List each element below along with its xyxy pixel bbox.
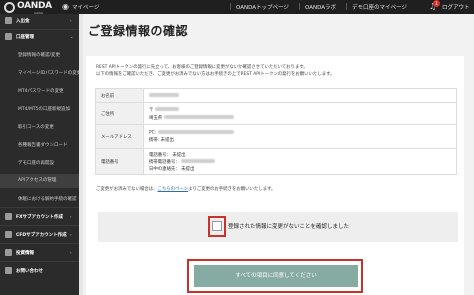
sidebar-item-deposit[interactable]: 入出金 › <box>0 17 79 24</box>
sidebar-item-account[interactable]: 口座管理 ⌄ <box>0 33 79 40</box>
sidebar-item-cfd-subaccount[interactable]: CFDサブアカウント作成 › <box>0 231 79 238</box>
intro-text: 以下の情報をご確認いただき、ご変更がお済みでない方はお手続きの上でREST AP… <box>96 72 335 77</box>
notification-badge: 1 <box>433 0 440 7</box>
table-row: メールアドレス PC: 携帯: 未提出 <box>95 124 457 149</box>
email-mobile-label: 携帯: <box>149 138 160 144</box>
sidebar-item-label: デモ口座の再開設 <box>18 161 54 166</box>
table-row: お名前 <box>95 88 457 103</box>
chart-icon <box>5 249 12 256</box>
oanda-logo[interactable]: OANDA JAPAN <box>4 1 52 15</box>
daytime-line-value: 未提出 <box>181 166 195 172</box>
sidebar-item-demo-reopen[interactable]: デモ口座の再開設 <box>0 160 79 166</box>
sidebar-item-label: APIアクセスの管理 <box>18 178 57 183</box>
sidebar-item-course-change[interactable]: 取引コースの変更 <box>0 124 79 130</box>
daytime-line-label: 日中の連絡先： <box>149 166 180 172</box>
phone-line-value: 未提出 <box>172 152 186 158</box>
oanda-lab-link[interactable]: OANDAラボ <box>305 3 336 11</box>
sidebar-item-mypage-password[interactable]: マイページIDパスワードの変更 <box>0 70 82 76</box>
email-mobile-value: 未提出 <box>160 138 174 144</box>
registration-info-table: お名前 ご住所 〒 埼玉県 メールアドレス PC: 携帯: 未提出 電話番号 電… <box>95 88 457 175</box>
sidebar-item-api-access[interactable]: APIアクセスの管理 <box>0 174 79 188</box>
fx-icon <box>5 213 12 220</box>
table-row: 電話番号 電話番号： 未提出 携帯電話番号： 日中の連絡先： 未提出 <box>95 148 457 175</box>
mobile-line-label: 携帯電話番号： <box>149 159 180 165</box>
chevron-down-icon: ⌄ <box>70 34 74 39</box>
sidebar-item-label: MT4/MT5の口座新規追加 <box>18 107 71 112</box>
email-value: PC: 携帯: 未提出 <box>143 124 457 149</box>
phone-label: 電話番号 <box>95 148 144 175</box>
postal-prefix: 〒 <box>149 107 154 113</box>
cfd-icon <box>5 231 12 238</box>
chevron-icon: › <box>70 250 72 255</box>
sidebar-item-label: 取引コースの変更 <box>18 125 54 130</box>
sidebar-item-dormant[interactable]: 休眠における解約手続の確認 <box>0 196 79 202</box>
sidebar-edge <box>79 14 83 295</box>
logo-icon <box>4 2 15 13</box>
change-page-link[interactable]: こちらのページ <box>157 187 188 192</box>
sidebar-item-mt4-password[interactable]: MT4パスワードの変更 <box>0 88 79 94</box>
address-value: 〒 埼玉県 <box>143 102 457 125</box>
sidebar-item-profile[interactable]: 登録情報の確認/変更 <box>0 52 79 58</box>
email-pc-label: PC: <box>149 130 157 136</box>
sidebar-item-fx-subaccount[interactable]: FXサブアカウント作成 › <box>0 213 79 220</box>
change-note: ご変更がお済みでない場合は、こちらのページよりご変更のお手続きをお願いいたします… <box>96 186 275 192</box>
page-title: ご登録情報の確認 <box>88 24 189 38</box>
mypage-link[interactable]: マイページ <box>72 3 99 11</box>
intro-text: REST APIトークンの発行に先立って、お客様のご登録情報に変更がないか確認さ… <box>96 65 308 70</box>
divider <box>230 3 231 10</box>
demo-mypage-link[interactable]: デモ口座のマイページ <box>352 3 407 11</box>
sidebar-item-label: 休眠における解約手続の確認 <box>18 197 77 202</box>
email-label: メールアドレス <box>95 124 144 149</box>
sidebar-item-contact[interactable]: お問い合わせ <box>0 267 79 274</box>
phone-line-label: 電話番号： <box>149 152 171 158</box>
name-label: お名前 <box>95 88 144 103</box>
sidebar-item-label: MT4パスワードの変更 <box>18 89 64 94</box>
sidebar-item-reports[interactable]: 各種報告書ダウンロード <box>0 142 79 148</box>
confirm-checkbox[interactable] <box>212 221 222 231</box>
name-value <box>143 88 457 103</box>
confirm-checkbox-label[interactable]: 登録された情報に変更がないことを確認しました <box>228 222 349 230</box>
wallet-icon <box>5 17 12 24</box>
chevron-icon: › <box>70 232 72 237</box>
address-line: 埼玉県 <box>149 115 163 121</box>
note-text: よりご変更のお手続きをお願いいたします。 <box>188 187 276 192</box>
sidebar-item-label: 各種報告書ダウンロード <box>18 143 68 148</box>
sidebar-item-mt-account-add[interactable]: MT4/MT5の口座新規追加 <box>0 106 79 112</box>
logout-link[interactable]: ログアウト <box>442 3 470 11</box>
user-icon: ◉ <box>62 2 69 11</box>
divider <box>299 3 300 10</box>
logo-text: OANDA <box>17 1 52 11</box>
phone-value: 電話番号： 未提出 携帯電話番号： 日中の連絡先： 未提出 <box>143 148 457 175</box>
note-text: ご変更がお済みでない場合は、 <box>96 187 158 192</box>
chevron-icon: › <box>70 18 72 23</box>
mail-icon <box>5 267 12 274</box>
sidebar-item-investment-info[interactable]: 投資情報 › <box>0 249 79 256</box>
sidebar-item-label: 登録情報の確認/変更 <box>18 53 61 58</box>
oanda-top-link[interactable]: OANDAトップページ <box>236 3 289 11</box>
address-label: ご住所 <box>95 102 144 125</box>
top-header: OANDA JAPAN ◉ マイページ OANDAトップページ OANDAラボ … <box>0 0 474 15</box>
chevron-icon: › <box>70 214 72 219</box>
account-icon <box>5 33 12 40</box>
agree-submit-button[interactable]: すべての項目に同意してください <box>194 265 358 287</box>
sidebar: 入出金 › 口座管理 ⌄ 登録情報の確認/変更 マイページIDパスワードの変更 … <box>0 14 82 295</box>
sidebar-item-label: マイページIDパスワードの変更 <box>18 71 82 76</box>
table-row: ご住所 〒 埼玉県 <box>95 102 457 125</box>
divider <box>346 3 347 10</box>
